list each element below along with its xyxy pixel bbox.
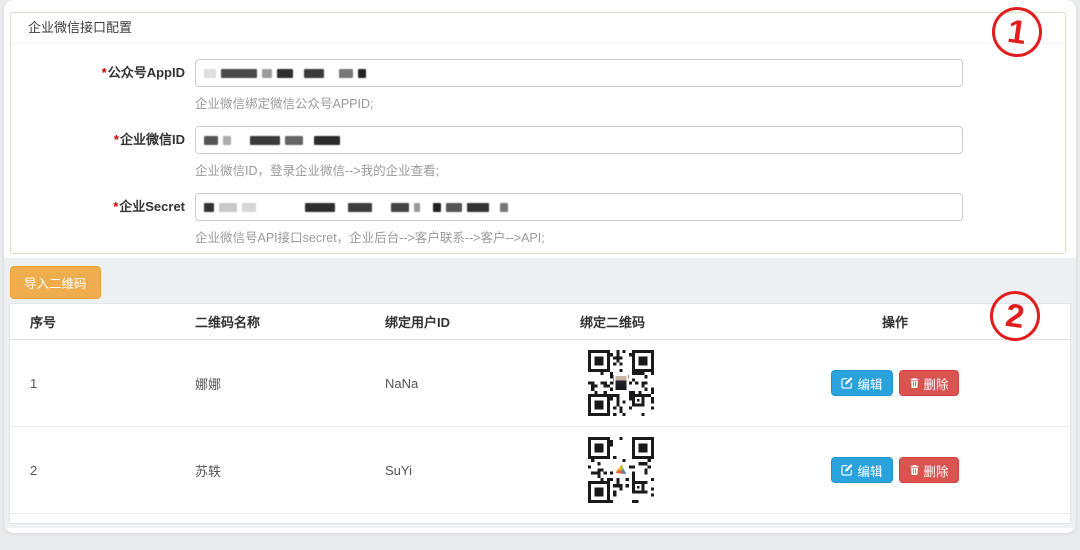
- masked-value: [500, 202, 508, 212]
- wework-config-panel: 企业微信接口配置 *公众号AppID 企业微信绑定微信公众号APPID; *企业…: [10, 12, 1066, 254]
- appid-help-text: 企业微信绑定微信公众号APPID;: [195, 97, 374, 111]
- masked-value: [285, 135, 303, 145]
- corpid-help-text: 企业微信ID，登录企业微信-->我的企业查看;: [195, 164, 440, 178]
- table-row: 1 娜娜 NaNa 编辑 删除: [10, 340, 1070, 427]
- header-user-id: 绑定用户ID: [385, 315, 451, 330]
- form-row-appid: *公众号AppID 企业微信绑定微信公众号APPID;: [11, 59, 1065, 112]
- corpid-label: *企业微信ID: [113, 132, 185, 147]
- header-serial: 序号: [30, 315, 57, 330]
- row-qr-name: 娜娜: [195, 376, 222, 392]
- edit-button[interactable]: 编辑: [831, 370, 893, 396]
- masked-value: [221, 68, 257, 78]
- qr-code-image: [588, 437, 654, 503]
- row-qr-cell: [580, 437, 830, 503]
- masked-value: [348, 202, 372, 212]
- form-row-corpid: *企业微信ID 企业微信ID，登录企业微信-->我的企业查看;: [11, 126, 1065, 179]
- masked-value: [223, 135, 231, 145]
- secret-help-text: 企业微信号API接口secret，企业后台-->客户联系-->客户-->API;: [195, 231, 545, 245]
- qr-center-avatar: [613, 374, 629, 392]
- header-actions: 操作: [881, 315, 908, 330]
- required-asterisk: *: [113, 199, 119, 214]
- qr-code-image: [588, 350, 654, 416]
- trash-icon: [909, 378, 919, 388]
- delete-button[interactable]: 删除: [898, 370, 959, 396]
- row-qr-name: 苏轶: [195, 463, 222, 479]
- header-qr-code: 绑定二维码: [580, 315, 646, 330]
- masked-value: [262, 68, 272, 78]
- masked-value: [433, 202, 441, 212]
- masked-value: [467, 202, 489, 212]
- masked-value: [304, 68, 324, 78]
- masked-value: [219, 202, 237, 212]
- pencil-square-icon: [841, 464, 853, 476]
- table-row: 2 苏轶 SuYi 编辑 删除: [10, 427, 1070, 514]
- masked-value: [277, 68, 293, 78]
- masked-value: [314, 135, 340, 145]
- form-row-secret: *企业Secret 企业微信号API接口secret，企业后台-->客户联系--…: [11, 193, 1065, 246]
- masked-value: [414, 202, 420, 212]
- row-serial: 2: [30, 462, 38, 478]
- masked-value: [305, 202, 335, 212]
- header-qr-name: 二维码名称: [195, 315, 261, 330]
- masked-value: [242, 202, 256, 212]
- edit-button[interactable]: 编辑: [831, 457, 893, 483]
- masked-value: [358, 68, 366, 78]
- masked-value: [391, 202, 409, 212]
- row-serial: 1: [30, 375, 38, 391]
- masked-value: [204, 135, 218, 145]
- masked-value: [250, 135, 280, 145]
- masked-value: [204, 68, 216, 78]
- required-asterisk: *: [101, 65, 107, 80]
- row-qr-cell: [580, 350, 830, 416]
- required-asterisk: *: [113, 132, 119, 147]
- masked-value: [339, 68, 353, 78]
- masked-value: [446, 202, 462, 212]
- import-qrcode-button[interactable]: 导入二维码: [10, 266, 101, 299]
- qr-center-logo: [613, 462, 629, 478]
- trash-icon: [909, 465, 919, 475]
- qr-table: 序号 二维码名称 绑定用户ID 绑定二维码 操作 1 娜娜 NaNa 编辑 删除…: [9, 303, 1071, 524]
- config-form: *公众号AppID 企业微信绑定微信公众号APPID; *企业微信ID 企业微信…: [11, 44, 1065, 246]
- appid-input[interactable]: [195, 59, 963, 87]
- row-user-id: SuYi: [385, 462, 412, 478]
- masked-value: [204, 202, 214, 212]
- panel-title: 企业微信接口配置: [11, 13, 1065, 44]
- screenshot-card: 企业微信接口配置 *公众号AppID 企业微信绑定微信公众号APPID; *企业…: [4, 0, 1076, 533]
- row-user-id: NaNa: [385, 375, 419, 391]
- appid-label: *公众号AppID: [101, 65, 185, 80]
- pencil-square-icon: [841, 377, 853, 389]
- secret-label: *企业Secret: [113, 199, 185, 214]
- table-header-row: 序号 二维码名称 绑定用户ID 绑定二维码 操作: [10, 304, 1070, 340]
- qr-section: 导入二维码 序号 二维码名称 绑定用户ID 绑定二维码 操作 1 娜娜 NaNa: [4, 258, 1076, 528]
- delete-button[interactable]: 删除: [898, 457, 959, 483]
- corpid-input[interactable]: [195, 126, 963, 154]
- secret-input[interactable]: [195, 193, 963, 221]
